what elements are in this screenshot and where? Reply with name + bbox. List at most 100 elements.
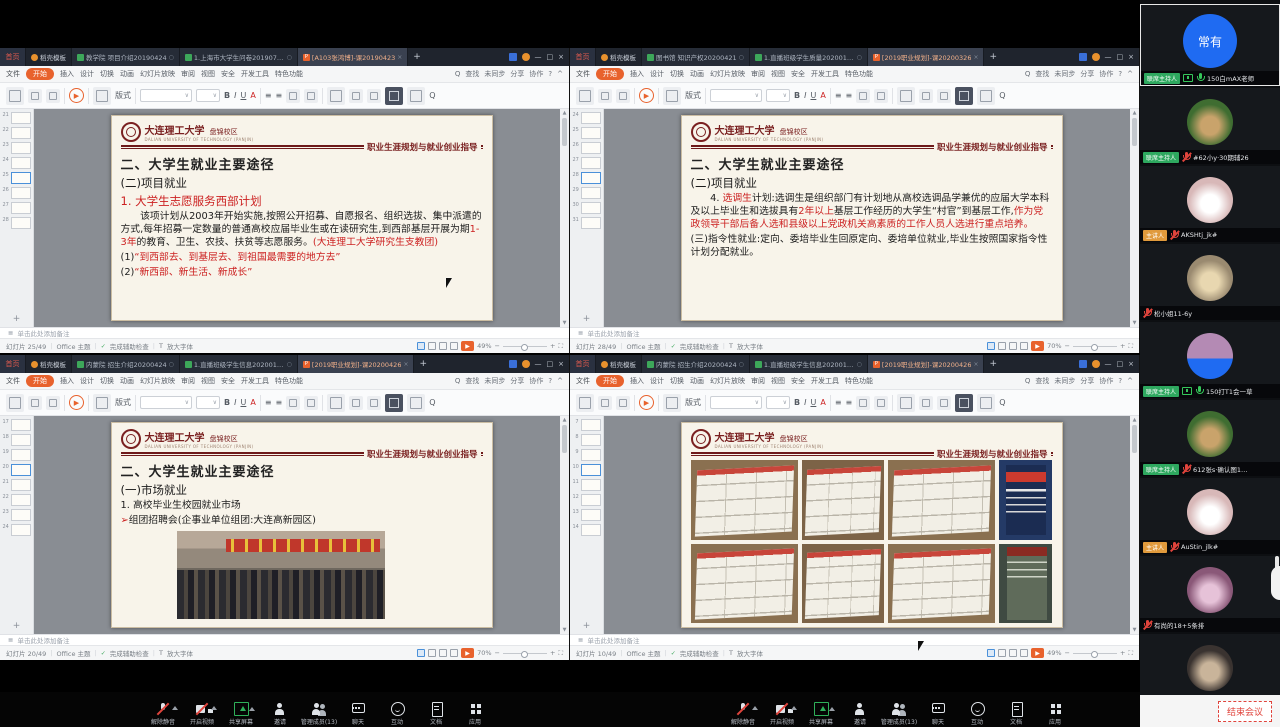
collaborate-button[interactable]: 协作 [529, 69, 543, 79]
paste-button[interactable] [6, 394, 24, 412]
collapse-ribbon-icon[interactable]: ^ [1127, 377, 1133, 385]
participant-video-tile[interactable]: 联席主持人 #62小y·30期辅26 [1140, 88, 1280, 164]
ribbon-tab[interactable]: 幻灯片放映 [710, 69, 745, 79]
insert-textbox-button[interactable] [367, 89, 381, 103]
presenter-view-button[interactable] [385, 394, 403, 412]
reading-view-icon[interactable] [439, 649, 447, 657]
chevron-up-icon[interactable] [211, 706, 217, 710]
fit-slide-icon[interactable]: ⛶ [558, 342, 563, 351]
insert-textbox-button[interactable] [937, 89, 951, 103]
participant-video-tile[interactable]: 松小姐11-6y [1140, 244, 1280, 320]
zoom-level[interactable]: 70% [1047, 342, 1061, 350]
ribbon-tab[interactable]: 审阅 [181, 69, 195, 79]
tab-document-2[interactable]: 1.上海市大学生问卷20190721○ [180, 48, 298, 66]
slide-thumbnail[interactable]: 27 [3, 202, 31, 214]
new-slide-button[interactable] [663, 87, 681, 105]
scroll-up-icon[interactable]: ▲ [563, 110, 567, 116]
slide-sorter-icon[interactable] [428, 649, 436, 657]
find-label[interactable]: 查找 [465, 69, 479, 79]
end-meeting-button[interactable]: 结束会议 [1218, 701, 1272, 722]
slide-thumbnail[interactable]: 31 [573, 217, 601, 229]
tab-pin-icon[interactable]: ○ [169, 361, 174, 368]
slide-canvas-area[interactable]: 大连理工大学 盘锦校区 DALIAN UNIVERSITY OF TECHNOL… [34, 416, 569, 634]
meeting-toolbar-button[interactable]: 应用 [1040, 702, 1070, 726]
font-color-button[interactable]: A [250, 91, 255, 100]
slide-thumbnail[interactable]: 28 [3, 217, 31, 229]
ribbon-tab[interactable]: 特色功能 [845, 69, 873, 79]
share-button[interactable]: 分享 [510, 376, 524, 386]
share-button[interactable]: 分享 [510, 69, 524, 79]
play-from-current-button[interactable]: ▶ [639, 88, 654, 103]
ribbon-tab[interactable]: 幻灯片放映 [710, 376, 745, 386]
align-left-button[interactable]: ≡ [265, 398, 272, 407]
accessibility-check[interactable]: 完成辅助检查 [680, 648, 719, 658]
tab-document-1[interactable]: 内蒙院 招生介绍20200424○ [642, 355, 750, 373]
normal-view-icon[interactable] [987, 649, 995, 657]
scroll-down-icon[interactable]: ▼ [1133, 627, 1137, 633]
ribbon-tab[interactable]: 插入 [630, 376, 644, 386]
cut-button[interactable] [598, 89, 612, 103]
ribbon-tab[interactable]: 动画 [690, 376, 704, 386]
file-menu[interactable]: 文件 [576, 69, 590, 79]
tab-pin-icon[interactable]: ○ [857, 361, 862, 368]
tab-docer-store[interactable]: 稻壳模板 [596, 355, 642, 373]
ribbon-tab[interactable]: 开发工具 [811, 376, 839, 386]
ribbon-tab[interactable]: 视图 [201, 69, 215, 79]
slide-thumbnail[interactable]: 23 [3, 142, 31, 154]
add-slide-button[interactable]: + [13, 314, 21, 324]
insert-textbox-button[interactable] [937, 396, 951, 410]
paste-button[interactable] [576, 87, 594, 105]
notes-bar[interactable]: ≣单击此处添加备注 [570, 634, 1139, 645]
font-size-select[interactable]: ∨ [196, 89, 220, 102]
tab-pin-icon[interactable]: ○ [739, 54, 744, 61]
notes-bar[interactable]: ≣单击此处添加备注 [0, 327, 569, 338]
slide-thumbnail[interactable]: 26 [3, 187, 31, 199]
fit-slide-icon[interactable]: ⛶ [1128, 649, 1133, 658]
maximize-button[interactable]: □ [547, 53, 554, 61]
zoom-out-icon[interactable]: − [495, 649, 500, 657]
tab-close-icon[interactable]: × [973, 54, 978, 61]
comment-button[interactable] [407, 394, 425, 412]
sidebar-collapse-handle[interactable] [1271, 566, 1280, 600]
collaborate-button[interactable]: 协作 [1099, 69, 1113, 79]
find-button[interactable]: Q [999, 398, 1005, 407]
close-button[interactable]: × [558, 360, 564, 368]
meeting-toolbar-button[interactable]: 聊天 [343, 702, 373, 726]
tab-docer-store[interactable]: 稻壳模板 [26, 48, 72, 66]
slide-thumbnail[interactable]: 24 [3, 157, 31, 169]
font-family-select[interactable]: ∨ [140, 89, 192, 102]
maximize-button[interactable]: □ [1117, 360, 1124, 368]
zoom-in-icon[interactable]: + [550, 342, 555, 350]
line-spacing-button[interactable] [874, 396, 888, 410]
comment-button[interactable] [977, 87, 995, 105]
ribbon-tab[interactable]: 动画 [690, 69, 704, 79]
ribbon-tab-start[interactable]: 开始 [596, 375, 624, 387]
tab-document-1[interactable]: 图书馆 知识产权20200421○ [642, 48, 750, 66]
bold-button[interactable]: B [794, 398, 800, 407]
tab-home[interactable]: 首页 [0, 48, 26, 66]
accessibility-check[interactable]: 完成辅助检查 [110, 648, 149, 658]
add-slide-button[interactable]: + [13, 621, 21, 631]
slide-thumbnail[interactable]: 8 [573, 434, 601, 446]
underline-button[interactable]: U [810, 91, 816, 100]
cut-button[interactable] [598, 396, 612, 410]
slide-thumbnail[interactable]: 30 [573, 202, 601, 214]
zoom-level[interactable]: 70% [477, 649, 491, 657]
slideshow-view-icon[interactable] [1020, 649, 1028, 657]
slide-thumbnail[interactable]: 13 [573, 509, 601, 521]
italic-button[interactable]: I [804, 398, 806, 407]
account-avatar[interactable] [522, 360, 530, 368]
ribbon-tab[interactable]: 插入 [60, 376, 74, 386]
participant-video-tile[interactable]: 主讲人 AuStin_jlk# [1140, 478, 1280, 554]
italic-button[interactable]: I [234, 91, 236, 100]
insert-shape-button[interactable] [349, 396, 363, 410]
insert-picture-button[interactable] [897, 394, 915, 412]
ribbon-tab-start[interactable]: 开始 [596, 68, 624, 80]
slide-thumbnail[interactable]: 14 [573, 524, 601, 536]
slide-thumbnail[interactable]: 24 [573, 112, 601, 124]
minimize-button[interactable]: — [1105, 360, 1112, 368]
slide-thumbnail[interactable]: 17 [3, 419, 31, 431]
help-icon[interactable]: ? [548, 70, 552, 78]
layout-dropdown[interactable]: 版式 [115, 90, 131, 101]
ribbon-tab[interactable]: 设计 [80, 69, 94, 79]
